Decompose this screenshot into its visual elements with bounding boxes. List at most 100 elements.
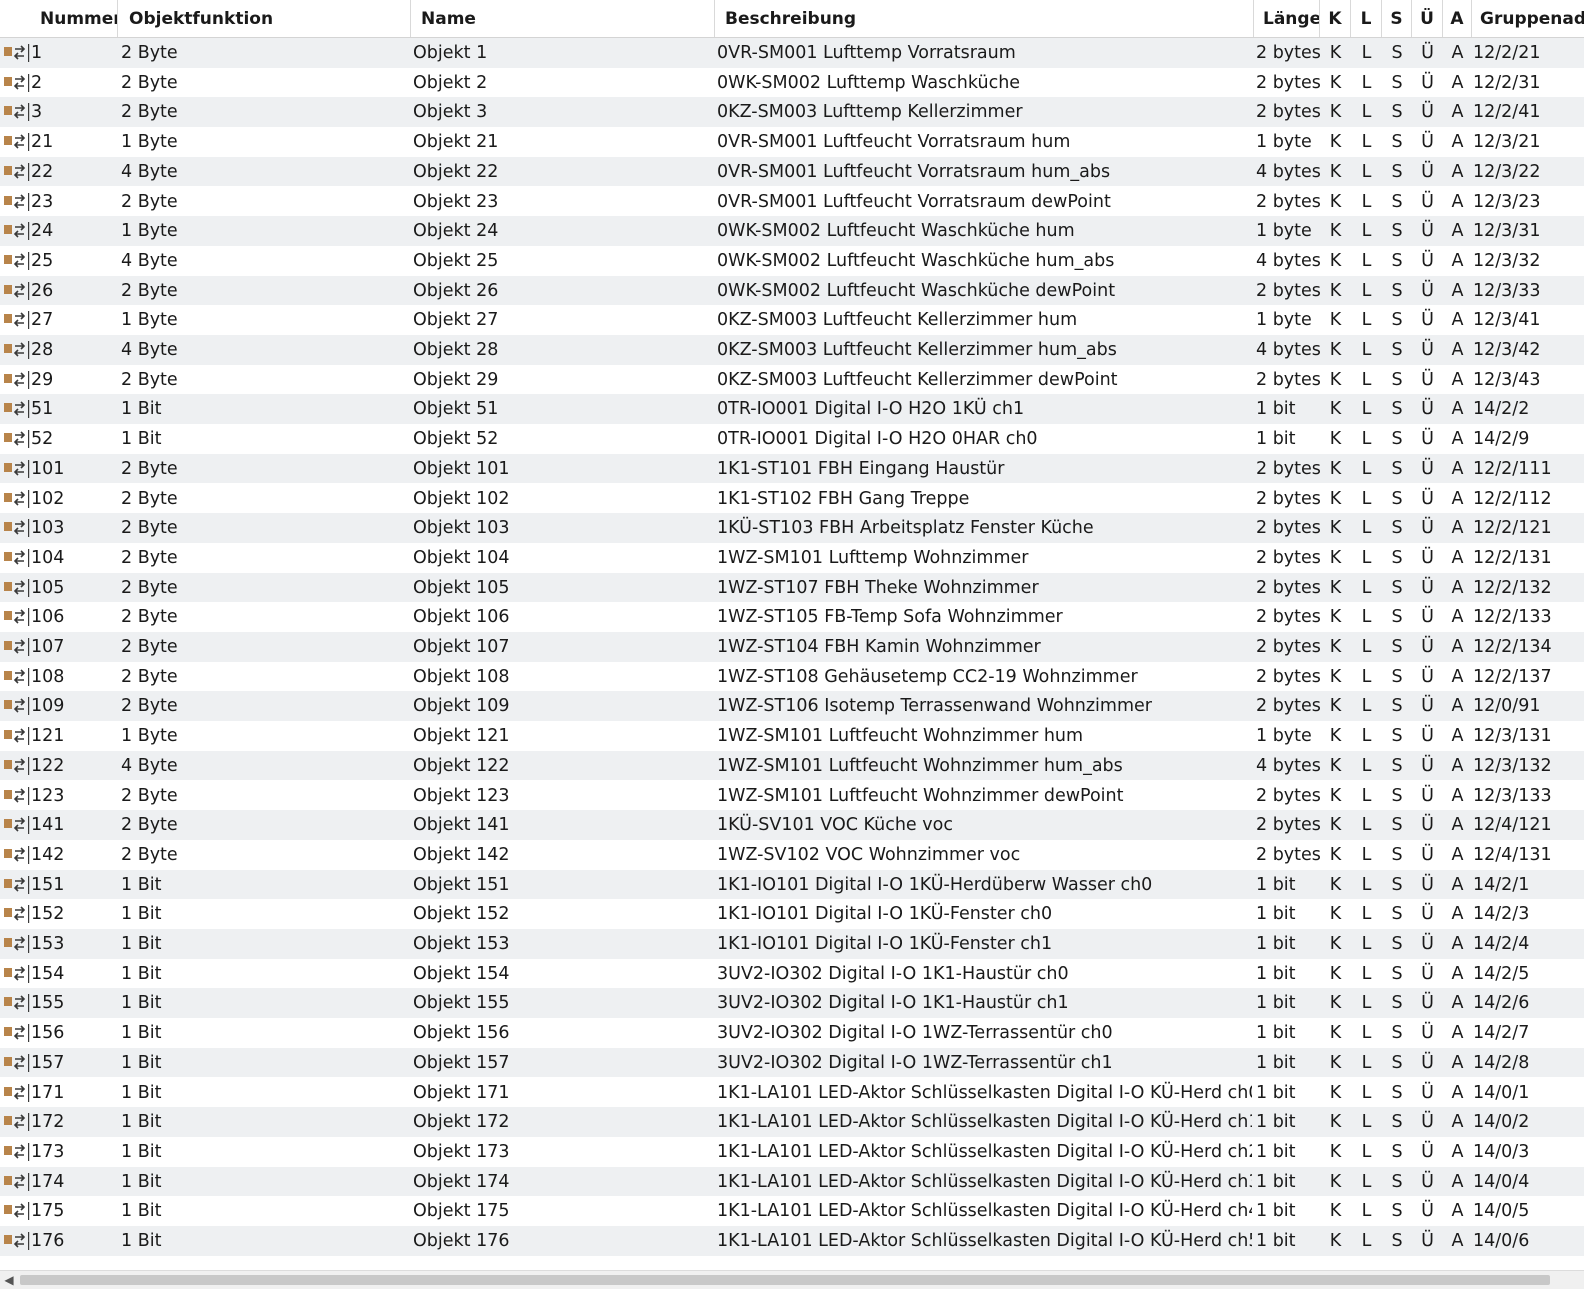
table-row[interactable]: 156 1 Bit Objekt 156 3UV2-IO302 Digital I-O… (0, 1018, 1584, 1048)
cell-ue: Ü (1421, 815, 1434, 836)
cell-a: A (1451, 696, 1464, 717)
table-row[interactable]: 104 2 Byte Objekt 104 1WZ-SM101 Lufttemp Wo… (0, 543, 1584, 573)
cell-s: S (1391, 785, 1403, 806)
cell-k: K (1329, 429, 1342, 450)
table-row[interactable]: 3 2 Byte Objekt 3 0KZ-SM003 Lufttemp Keller… (0, 97, 1584, 128)
table-row[interactable]: 122 4 Byte Objekt 122 1WZ-SM101 Luftfeucht … (0, 750, 1584, 781)
table-row[interactable]: 123 2 Byte Objekt 123 1WZ-SM101 Luftfeucht … (0, 781, 1584, 811)
communication-object-icon (4, 341, 30, 359)
table-row[interactable]: 174 1 Bit Objekt 174 1K1-LA101 LED-Aktor Sc… (0, 1166, 1584, 1197)
table-row[interactable]: 23 2 Byte Objekt 23 0VR-SM001 Luftfeucht Vo… (0, 187, 1584, 217)
cell-beschreibung: 3UV2-IO302 Digital I-O 1WZ-Terrassentür … (717, 1052, 1113, 1073)
column-header-objektfunktion[interactable]: Objektfunktion (118, 0, 411, 37)
table-row[interactable]: 172 1 Bit Objekt 172 1K1-LA101 LED-Aktor Sc… (0, 1107, 1584, 1137)
cell-beschreibung: 1K1-ST102 FBH Gang Treppe (717, 488, 970, 509)
cell-a: A (1451, 369, 1464, 390)
cell-k: K (1329, 1052, 1342, 1073)
table-row[interactable]: 109 2 Byte Objekt 109 1WZ-ST106 Isotemp Ter… (0, 691, 1584, 722)
cell-laenge: 4 bytes (1256, 340, 1320, 360)
cell-name: Objekt 123 (413, 785, 510, 806)
column-header-nummer[interactable]: Nummer (30, 0, 118, 37)
cell-name: Objekt 142 (413, 844, 510, 865)
cell-name: Objekt 176 (413, 1231, 510, 1251)
cell-ue: Ü (1421, 547, 1434, 568)
table-row[interactable]: 25 4 Byte Objekt 25 0WK-SM002 Luftfeucht Wa… (0, 246, 1584, 276)
table-row[interactable]: 102 2 Byte Objekt 102 1K1-ST102 FBH Gang Tr… (0, 484, 1584, 514)
cell-funktion: 2 Byte (121, 102, 178, 123)
cell-s: S (1391, 250, 1403, 271)
cell-l: L (1361, 221, 1372, 242)
table-row[interactable]: 101 2 Byte Objekt 101 1K1-ST101 FBH Eingang… (0, 453, 1584, 484)
column-header-laenge[interactable]: Länge (1254, 0, 1320, 37)
column-header-l[interactable]: L (1351, 0, 1382, 37)
table-row[interactable]: 151 1 Bit Objekt 151 1K1-IO101 Digital I-O … (0, 869, 1584, 900)
table-row[interactable]: 2 2 Byte Objekt 2 0WK-SM002 Lufttemp Waschk… (0, 68, 1584, 98)
cell-funktion: 1 Bit (121, 1112, 162, 1133)
cell-laenge: 2 bytes (1256, 547, 1320, 568)
cell-name: Objekt 102 (413, 488, 510, 509)
cell-ue: Ü (1421, 250, 1434, 271)
cell-a: A (1451, 458, 1464, 479)
table-row[interactable]: 142 2 Byte Objekt 142 1WZ-SV102 VOC Wohnzim… (0, 840, 1584, 870)
chevron-left-icon[interactable]: ◀ (0, 1271, 18, 1289)
column-header-ue[interactable]: Ü (1412, 0, 1443, 37)
table-row[interactable]: 175 1 Bit Objekt 175 1K1-LA101 LED-Aktor Sc… (0, 1196, 1584, 1226)
cell-gruppe: 12/2/121 (1473, 518, 1552, 539)
cell-a: A (1451, 340, 1464, 360)
cell-l: L (1361, 1052, 1372, 1073)
table-row[interactable]: 52 1 Bit Objekt 52 0TR-IO001 Digital I-O H2… (0, 424, 1584, 454)
communication-object-icon (4, 1172, 30, 1191)
table-row[interactable]: 24 1 Byte Objekt 24 0WK-SM002 Luftfeucht Wa… (0, 216, 1584, 246)
table-row[interactable]: 107 2 Byte Objekt 107 1WZ-ST104 FBH Kamin W… (0, 632, 1584, 662)
table-row[interactable]: 105 2 Byte Objekt 105 1WZ-ST107 FBH Theke W… (0, 572, 1584, 603)
cell-nummer: 172 (31, 1112, 65, 1133)
cell-s: S (1391, 934, 1403, 954)
table-row[interactable]: 28 4 Byte Objekt 28 0KZ-SM003 Luftfeucht Ke… (0, 335, 1584, 365)
cell-nummer: 103 (31, 518, 65, 539)
column-header-beschreibung[interactable]: Beschreibung (715, 0, 1254, 37)
cell-gruppe: 12/2/137 (1473, 666, 1552, 687)
column-header-gruppenadresse[interactable]: Gruppenadresse (1472, 0, 1584, 37)
scrollbar-thumb[interactable] (20, 1275, 1550, 1285)
cell-a: A (1451, 577, 1464, 598)
horizontal-scrollbar[interactable]: ◀ (0, 1270, 1584, 1289)
cell-funktion: 1 Bit (121, 1201, 162, 1222)
table-row[interactable]: 29 2 Byte Objekt 29 0KZ-SM003 Luftfeucht Ke… (0, 365, 1584, 395)
table-row[interactable]: 153 1 Bit Objekt 153 1K1-IO101 Digital I-O … (0, 929, 1584, 959)
cell-gruppe: 12/2/111 (1473, 458, 1552, 479)
cell-s: S (1391, 844, 1403, 865)
cell-k: K (1329, 577, 1342, 598)
table-row[interactable]: 173 1 Bit Objekt 173 1K1-LA101 LED-Aktor Sc… (0, 1137, 1584, 1167)
cell-nummer: 3 (31, 102, 43, 123)
table-row[interactable]: 121 1 Byte Objekt 121 1WZ-SM101 Luftfeucht … (0, 721, 1584, 751)
table-row[interactable]: 1 2 Byte Objekt 1 0VR-SM001 Lufttemp Vorrat… (0, 38, 1584, 68)
table-row[interactable]: 157 1 Bit Objekt 157 3UV2-IO302 Digital I-O… (0, 1047, 1584, 1078)
table-row[interactable]: 176 1 Bit Objekt 176 1K1-LA101 LED-Aktor Sc… (0, 1226, 1584, 1256)
column-header-name[interactable]: Name (411, 0, 715, 37)
column-header-a[interactable]: A (1443, 0, 1472, 37)
cell-beschreibung: 0VR-SM001 Luftfeucht Vorratsraum hum (717, 132, 1071, 153)
column-header-s[interactable]: S (1382, 0, 1412, 37)
table-row[interactable]: 171 1 Bit Objekt 171 1K1-LA101 LED-Aktor Sc… (0, 1078, 1584, 1108)
cell-laenge: 2 bytes (1256, 844, 1320, 865)
column-header-k[interactable]: K (1320, 0, 1351, 37)
cell-name: Objekt 27 (413, 310, 499, 331)
cell-s: S (1391, 310, 1403, 331)
table-row[interactable]: 27 1 Byte Objekt 27 0KZ-SM003 Luftfeucht Ke… (0, 305, 1584, 335)
table-row[interactable]: 152 1 Bit Objekt 152 1K1-IO101 Digital I-O … (0, 899, 1584, 929)
cell-funktion: 1 Bit (121, 904, 162, 925)
table-row[interactable]: 155 1 Bit Objekt 155 3UV2-IO302 Digital I-O… (0, 988, 1584, 1019)
table-row[interactable]: 51 1 Bit Objekt 51 0TR-IO001 Digital I-O H2… (0, 394, 1584, 425)
table-row[interactable]: 22 4 Byte Objekt 22 0VR-SM001 Luftfeucht Vo… (0, 156, 1584, 187)
table-row[interactable]: 103 2 Byte Objekt 103 1KÜ-ST103 FBH Arbeits… (0, 513, 1584, 543)
table-row[interactable]: 154 1 Bit Objekt 154 3UV2-IO302 Digital I-O… (0, 959, 1584, 989)
cell-laenge: 1 byte (1256, 310, 1312, 331)
cell-k: K (1329, 1112, 1342, 1133)
table-row[interactable]: 21 1 Byte Objekt 21 0VR-SM001 Luftfeucht Vo… (0, 127, 1584, 157)
cell-gruppe: 14/2/9 (1473, 429, 1530, 450)
cell-s: S (1391, 577, 1403, 598)
table-row[interactable]: 106 2 Byte Objekt 106 1WZ-ST105 FB-Temp Sof… (0, 602, 1584, 632)
table-row[interactable]: 26 2 Byte Objekt 26 0WK-SM002 Luftfeucht Wa… (0, 275, 1584, 306)
table-row[interactable]: 108 2 Byte Objekt 108 1WZ-ST108 Gehäusetemp… (0, 662, 1584, 692)
table-row[interactable]: 141 2 Byte Objekt 141 1KÜ-SV101 VOC Küche v… (0, 810, 1584, 840)
